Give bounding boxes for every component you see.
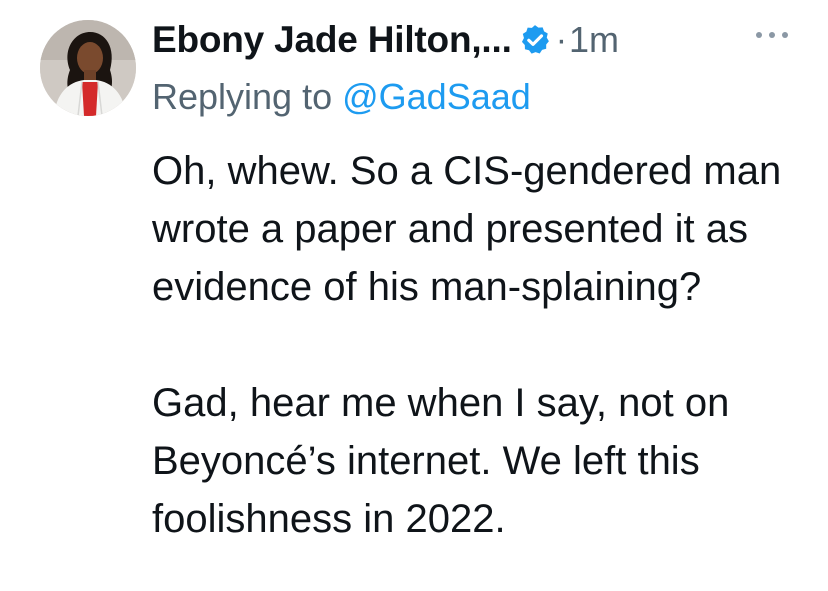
avatar-photo xyxy=(40,20,136,116)
tweet-paragraph-1: Oh, whew. So a CIS-gendered man wrote a … xyxy=(152,149,782,309)
replying-to: Replying to @GadSaad xyxy=(152,76,531,118)
more-dot xyxy=(782,32,788,38)
tweet-header: Ebony Jade Hilton,... · 1m xyxy=(152,14,619,66)
more-dot xyxy=(756,32,762,38)
reply-mention-link[interactable]: @GadSaad xyxy=(342,76,531,117)
display-name[interactable]: Ebony Jade Hilton,... xyxy=(152,19,512,61)
avatar[interactable] xyxy=(40,20,136,116)
replying-prefix: Replying to xyxy=(152,76,343,117)
verified-badge-icon xyxy=(518,23,552,57)
tweet: Ebony Jade Hilton,... · 1m Replying to @… xyxy=(0,0,828,591)
timestamp[interactable]: 1m xyxy=(569,19,619,61)
more-dot xyxy=(769,32,775,38)
tweet-paragraph-2: Gad, hear me when I say, not on Beyoncé’… xyxy=(152,381,730,541)
more-options-icon[interactable] xyxy=(756,28,788,42)
header-separator: · xyxy=(555,20,568,59)
tweet-text: Oh, whew. So a CIS-gendered man wrote a … xyxy=(152,142,802,548)
